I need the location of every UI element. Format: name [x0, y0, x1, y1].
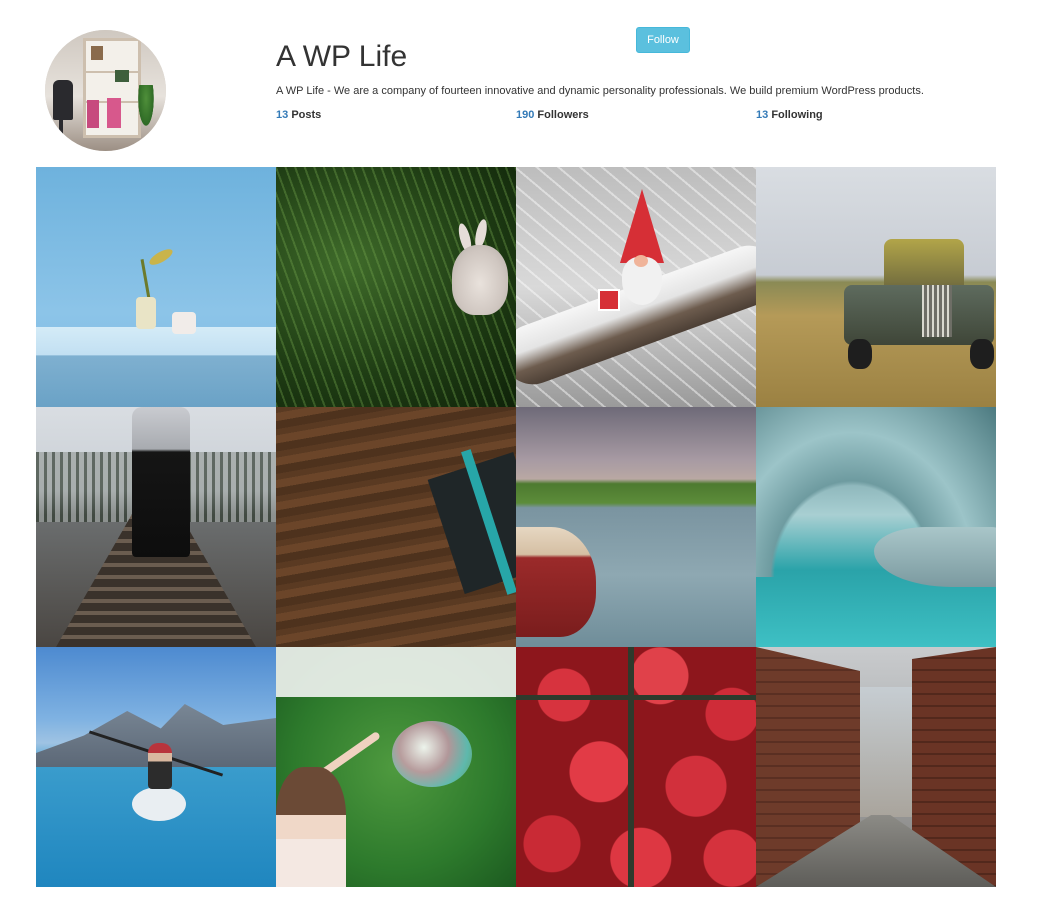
profile-bio: A WP Life - We are a company of fourteen… [276, 85, 924, 97]
posts-stat[interactable]: 13 Posts [276, 108, 321, 122]
avatar-frame [91, 46, 103, 60]
posts-label: Posts [291, 109, 322, 121]
photo-gnome-hat [620, 189, 664, 263]
followers-stat[interactable]: 190 Followers [516, 108, 589, 122]
photo-truck-wheel [970, 339, 994, 369]
photo-person [132, 407, 190, 557]
photo-sky [276, 647, 516, 697]
photo-vase [136, 297, 156, 329]
avatar-cabinet [87, 100, 99, 128]
photo-truck-cab [884, 239, 964, 289]
photo-truck-grille [922, 285, 952, 337]
photo-truck-wheel [848, 339, 872, 369]
photo-tile-rabbit[interactable] [276, 167, 516, 407]
followers-label: Followers [537, 109, 589, 121]
follow-button[interactable]: Follow [636, 27, 690, 53]
following-stat[interactable]: 13 Following [756, 108, 823, 122]
photo-distant-buildings [860, 687, 912, 817]
photo-tile-vase[interactable] [36, 167, 276, 407]
photo-tile-strawberries[interactable] [516, 647, 756, 887]
photo-crate-bar [628, 647, 634, 887]
photo-tile-bubble[interactable] [276, 647, 516, 887]
photo-tile-truck[interactable] [756, 167, 996, 407]
photo-jar [172, 312, 196, 334]
avatar-frame [115, 70, 129, 82]
photo-cave-rock [874, 527, 996, 587]
photo-gnome-nose [634, 255, 648, 267]
following-count: 13 [756, 109, 769, 121]
photo-paddler [148, 743, 172, 789]
following-label: Following [771, 109, 823, 121]
avatar-chair [53, 80, 73, 120]
photo-girl [276, 767, 346, 887]
profile-name: A WP Life [276, 40, 408, 73]
photo-leaf [147, 246, 175, 268]
photo-tile-gnome[interactable] [516, 167, 756, 407]
photo-rabbit [452, 245, 508, 315]
photo-bubble [392, 721, 472, 787]
photo-truck-body [844, 285, 994, 345]
profile-avatar[interactable] [45, 30, 166, 151]
avatar-cabinet [107, 98, 121, 128]
followers-count: 190 [516, 109, 535, 121]
photo-tile-railroad[interactable] [36, 407, 276, 647]
photo-tile-canoe[interactable] [516, 407, 756, 647]
posts-count: 13 [276, 109, 289, 121]
photo-stem [140, 259, 151, 299]
photo-canoe [516, 527, 596, 637]
photo-strawberries [516, 647, 756, 887]
photo-tile-alley[interactable] [756, 647, 996, 887]
photo-grid [36, 167, 996, 887]
photo-tile-kayak[interactable] [36, 647, 276, 887]
photo-gift [598, 289, 620, 311]
avatar-chair-stem [59, 118, 63, 136]
photo-crate-bar [516, 695, 756, 700]
photo-kayak [132, 787, 186, 821]
photo-tile-gift-box[interactable] [276, 407, 516, 647]
avatar-plant [137, 85, 155, 130]
photo-table [36, 327, 276, 407]
photo-tile-marble-cave[interactable] [756, 407, 996, 647]
